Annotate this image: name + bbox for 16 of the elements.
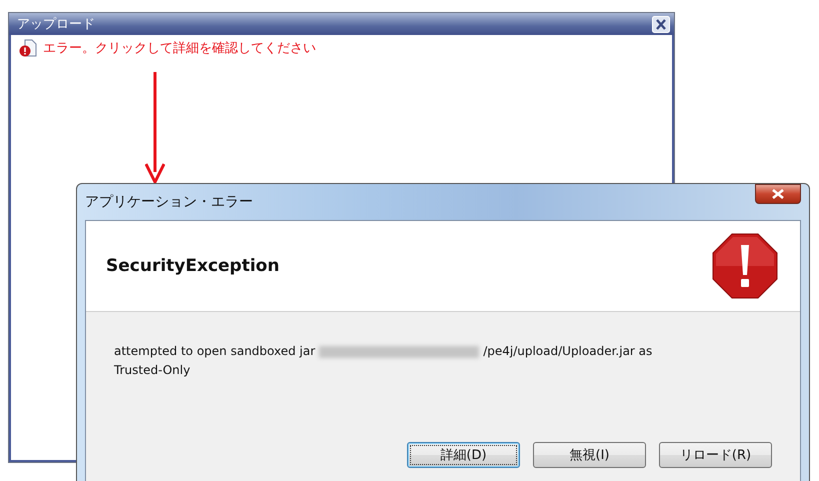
dialog-button[interactable]: 無視(I) (533, 442, 646, 468)
exception-heading: SecurityException (106, 256, 280, 276)
arrow-icon (145, 72, 165, 184)
close-button[interactable] (755, 184, 801, 204)
message-text: Trusted-Only (114, 362, 190, 379)
error-stop-icon (712, 233, 778, 299)
message-text: /pe4j/upload/Uploader.jar as (483, 343, 652, 360)
dialog-button[interactable]: リロード(R) (659, 442, 772, 468)
error-file-icon (19, 39, 37, 57)
message-text: attempted to open sandboxed jar (114, 343, 316, 360)
dialog-button[interactable]: 詳細(D) (407, 442, 520, 468)
window-title: アップロード (17, 16, 95, 33)
close-icon[interactable] (652, 16, 670, 32)
close-icon (771, 189, 785, 199)
dialog-title: アプリケーション・エラー (85, 193, 253, 211)
error-message-link[interactable]: エラー。クリックして詳細を確認してください (43, 39, 316, 57)
